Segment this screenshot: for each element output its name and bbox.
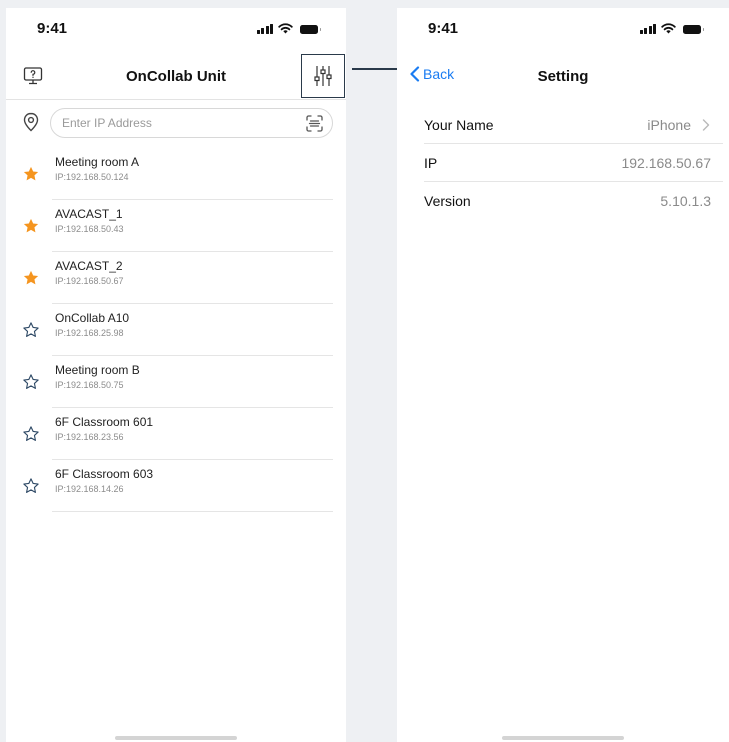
status-time: 9:41 <box>428 20 459 37</box>
status-bar: 9:41 <box>397 8 729 44</box>
ip-address-input[interactable] <box>62 109 292 137</box>
star-outline-icon[interactable] <box>22 373 40 391</box>
device-ip: IP:192.168.50.67 <box>55 276 124 286</box>
home-indicator <box>115 736 237 740</box>
settings-row-ip: IP 192.168.50.67 <box>397 144 729 182</box>
device-list-item[interactable]: 6F Classroom 601 IP:192.168.23.56 <box>6 408 346 460</box>
device-list-item[interactable]: AVACAST_1 IP:192.168.50.43 <box>6 200 346 252</box>
settings-list: Your Name iPhone IP 192.168.50.67 Versio… <box>397 106 729 220</box>
divider <box>52 511 333 512</box>
device-list-item[interactable]: Meeting room A IP:192.168.50.124 <box>6 148 346 200</box>
device-ip: IP:192.168.14.26 <box>55 484 124 494</box>
device-list-screen: 9:41 OnCollab Unit Enter IP Address Meet… <box>6 8 346 742</box>
battery-icon <box>300 25 321 34</box>
star-filled-icon[interactable] <box>22 217 40 235</box>
star-filled-icon[interactable] <box>22 269 40 287</box>
device-ip: IP:192.168.25.98 <box>55 328 124 338</box>
device-ip: IP:192.168.50.75 <box>55 380 124 390</box>
setting-screen: 9:41 Back Setting Your Name iPhone IP 19… <box>397 8 729 742</box>
star-outline-icon[interactable] <box>22 477 40 495</box>
settings-row-version: Version 5.10.1.3 <box>397 182 729 220</box>
device-list-item[interactable]: OnCollab A10 IP:192.168.25.98 <box>6 304 346 356</box>
status-icons <box>639 23 704 34</box>
home-indicator <box>502 736 624 740</box>
battery-icon <box>683 25 704 34</box>
status-bar: 9:41 <box>6 8 346 44</box>
ip-search-row <box>6 102 346 146</box>
app-header: OnCollab Unit <box>6 52 346 100</box>
settings-row-your-name[interactable]: Your Name iPhone <box>397 106 729 144</box>
device-name: Meeting room B <box>55 363 140 377</box>
device-name: AVACAST_2 <box>55 259 123 273</box>
page-title: OnCollab Unit <box>126 68 226 85</box>
sliders-icon <box>314 66 332 86</box>
settings-value: iPhone <box>647 117 691 133</box>
device-list-item[interactable]: Meeting room B IP:192.168.50.75 <box>6 356 346 408</box>
device-name: OnCollab A10 <box>55 311 130 325</box>
star-outline-icon[interactable] <box>22 321 40 339</box>
device-name: 6F Classroom 603 <box>55 467 154 481</box>
device-name: Meeting room A <box>55 155 140 169</box>
device-list: Meeting room A IP:192.168.50.124 AVACAST… <box>6 148 346 512</box>
settings-value: 192.168.50.67 <box>621 155 711 171</box>
status-time: 9:41 <box>37 20 68 37</box>
scan-icon[interactable] <box>306 115 323 132</box>
ip-search-box <box>50 108 333 138</box>
wifi-icon <box>278 23 293 34</box>
cellular-signal-icon <box>256 24 273 34</box>
wifi-icon <box>661 23 676 34</box>
location-pin-icon <box>23 112 39 132</box>
chevron-right-icon <box>702 119 710 131</box>
app-header: Back Setting <box>397 52 729 100</box>
device-name: 6F Classroom 601 <box>55 415 154 429</box>
settings-value: 5.10.1.3 <box>660 193 711 209</box>
cellular-signal-icon <box>639 24 656 34</box>
star-filled-icon[interactable] <box>22 165 40 183</box>
page-title: Setting <box>537 68 589 85</box>
device-ip: IP:192.168.23.56 <box>55 432 124 442</box>
device-list-item[interactable]: AVACAST_2 IP:192.168.50.67 <box>6 252 346 304</box>
status-icons <box>256 23 321 34</box>
settings-button[interactable] <box>301 54 345 98</box>
device-list-item[interactable]: 6F Classroom 603 IP:192.168.14.26 <box>6 460 346 512</box>
settings-label: Your Name <box>424 117 494 133</box>
device-name: AVACAST_1 <box>55 207 123 221</box>
settings-label: IP <box>424 155 438 171</box>
device-ip: IP:192.168.50.43 <box>55 224 124 234</box>
star-outline-icon[interactable] <box>22 425 40 443</box>
settings-label: Version <box>424 193 471 209</box>
device-ip: IP:192.168.50.124 <box>55 172 129 182</box>
